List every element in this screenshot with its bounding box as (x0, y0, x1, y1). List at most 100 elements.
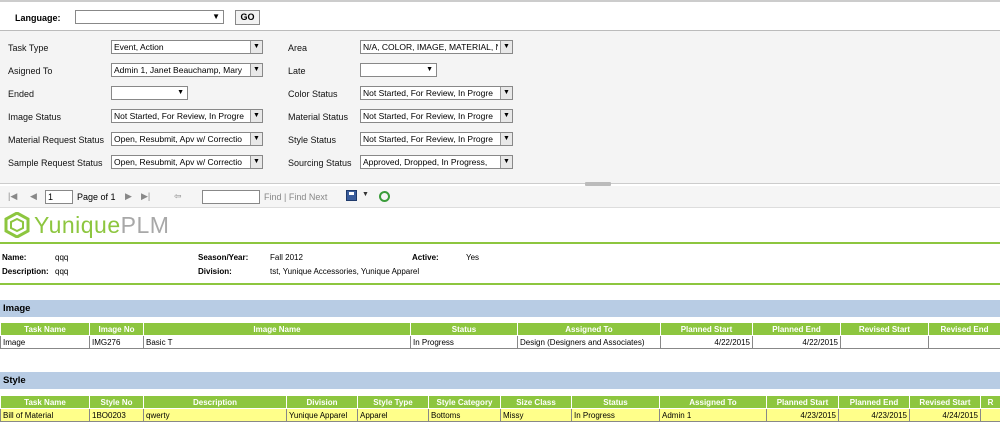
column-header: Planned Start (766, 395, 839, 409)
chevron-down-icon[interactable]: ▼ (500, 133, 512, 145)
chevron-down-icon[interactable]: ▼ (250, 110, 262, 122)
table-cell: Missy (500, 408, 572, 422)
late-label: Late (288, 66, 306, 76)
image-status-select[interactable]: Not Started, For Review, In Progre ▼ (111, 109, 263, 123)
page-number-input[interactable]: 1 (45, 190, 73, 204)
material-status-value: Not Started, For Review, In Progre (363, 111, 493, 121)
go-button[interactable]: GO (235, 10, 260, 25)
refresh-icon[interactable] (379, 191, 390, 202)
task-type-select[interactable]: Event, Action ▼ (111, 40, 263, 54)
chevron-down-icon[interactable]: ▼ (500, 156, 512, 168)
table-cell: 1BO0203 (89, 408, 144, 422)
save-icon[interactable] (346, 190, 357, 201)
image-table: Task Name Image No Image Name Status Ass… (0, 322, 1000, 349)
active-value: Yes (466, 253, 480, 262)
column-header: Image No (89, 322, 144, 336)
image-status-label: Image Status (8, 112, 62, 122)
chevron-down-icon[interactable]: ▼ (500, 110, 512, 122)
language-label: Language: (15, 13, 61, 23)
table-cell: 4/23/2015 (766, 408, 839, 422)
chevron-down-icon[interactable]: ▼ (500, 87, 512, 99)
yunique-plm-logo: YuniquePLM (4, 212, 214, 240)
chevron-down-icon[interactable]: ▼ (250, 64, 262, 76)
ended-label: Ended (8, 89, 35, 99)
color-status-value: Not Started, For Review, In Progre (363, 88, 493, 98)
back-icon[interactable]: ⇦ (174, 191, 182, 202)
next-page-icon[interactable]: ▶ (125, 191, 132, 202)
assigned-to-value: Admin 1, Janet Beauchamp, Mary (114, 65, 243, 75)
table-cell: Yunique Apparel (286, 408, 358, 422)
late-select[interactable]: ▼ (360, 63, 437, 77)
logo-brand: Yunique (34, 212, 121, 238)
column-header: Status (410, 322, 518, 336)
name-value: qqq (55, 253, 69, 262)
find-link[interactable]: Find (264, 192, 282, 202)
material-status-label: Material Status (288, 112, 349, 122)
division-value: tst, Yunique Accessories, Yunique Appare… (270, 267, 420, 276)
column-header: Assigned To (659, 395, 767, 409)
area-value: N/A, COLOR, IMAGE, MATERIAL, N (363, 42, 498, 52)
color-status-label: Color Status (288, 89, 338, 99)
table-cell: 4/23/2015 (838, 408, 910, 422)
sample-request-status-value: Open, Resubmit, Apv w/ Correctio (114, 157, 243, 167)
sample-request-status-select[interactable]: Open, Resubmit, Apv w/ Correctio ▼ (111, 155, 263, 169)
chevron-down-icon[interactable]: ▼ (362, 191, 369, 198)
sourcing-status-select[interactable]: Approved, Dropped, In Progress, ▼ (360, 155, 513, 169)
material-request-status-value: Open, Resubmit, Apv w/ Correctio (114, 134, 243, 144)
divider-line (0, 242, 1000, 244)
first-page-icon[interactable]: |◀ (8, 191, 17, 202)
material-request-status-select[interactable]: Open, Resubmit, Apv w/ Correctio ▼ (111, 132, 263, 146)
assigned-to-select[interactable]: Admin 1, Janet Beauchamp, Mary ▼ (111, 63, 263, 77)
table-cell: Bottoms (428, 408, 501, 422)
logo-text: YuniquePLM (34, 212, 169, 238)
task-type-label: Task Type (8, 43, 49, 53)
column-header: Planned End (752, 322, 841, 336)
material-status-select[interactable]: Not Started, For Review, In Progre ▼ (360, 109, 513, 123)
sample-request-status-label: Sample Request Status (8, 158, 103, 168)
area-label: Area (288, 43, 308, 53)
column-header: Assigned To (517, 322, 661, 336)
find-next-link[interactable]: Find Next (289, 192, 328, 202)
column-header: R (980, 395, 1000, 409)
table-cell: Basic T (143, 335, 411, 349)
image-status-value: Not Started, For Review, In Progre (114, 111, 244, 121)
column-header: Revised Start (909, 395, 981, 409)
table-cell: qwerty (143, 408, 287, 422)
sourcing-status-label: Sourcing Status (288, 158, 352, 168)
style-status-select[interactable]: Not Started, For Review, In Progre ▼ (360, 132, 513, 146)
table-cell: 4/24/2015 (909, 408, 981, 422)
style-status-label: Style Status (288, 135, 337, 145)
chevron-down-icon[interactable]: ▼ (500, 41, 512, 53)
page-of-label: Page of 1 (77, 192, 116, 202)
color-status-select[interactable]: Not Started, For Review, In Progre ▼ (360, 86, 513, 100)
table-header-row: Task Name Image No Image Name Status Ass… (0, 322, 1000, 336)
language-select[interactable]: ▼ (75, 10, 224, 24)
table-cell (928, 335, 1000, 349)
column-header: Planned End (838, 395, 910, 409)
column-header: Planned Start (660, 322, 753, 336)
previous-page-icon[interactable]: ◀ (30, 191, 37, 202)
column-header: Revised End (928, 322, 1000, 336)
column-header: Style No (89, 395, 144, 409)
report-toolbar: |◀ ◀ 1 Page of 1 ▶ ▶| ⇦ Find | Find Next… (0, 186, 1000, 208)
chevron-down-icon[interactable]: ▼ (250, 133, 262, 145)
table-row: Image IMG276 Basic T In Progress Design … (0, 335, 1000, 349)
ended-select[interactable]: ▼ (111, 86, 188, 100)
find-input[interactable] (202, 190, 260, 204)
divider-line (0, 283, 1000, 285)
area-select[interactable]: N/A, COLOR, IMAGE, MATERIAL, N ▼ (360, 40, 513, 54)
table-cell: In Progress (410, 335, 518, 349)
table-cell: IMG276 (89, 335, 144, 349)
table-cell: Design (Designers and Associates) (517, 335, 661, 349)
style-table: Task Name Style No Description Division … (0, 395, 1000, 422)
table-cell: In Progress (571, 408, 660, 422)
chevron-down-icon[interactable]: ▼ (250, 156, 262, 168)
table-cell (980, 408, 1000, 422)
division-label: Division: (198, 267, 232, 276)
material-request-status-label: Material Request Status (8, 135, 105, 145)
find-controls: Find | Find Next (264, 192, 327, 202)
column-header: Task Name (0, 395, 90, 409)
find-separator: | (284, 192, 287, 202)
last-page-icon[interactable]: ▶| (141, 191, 150, 202)
chevron-down-icon[interactable]: ▼ (250, 41, 262, 53)
